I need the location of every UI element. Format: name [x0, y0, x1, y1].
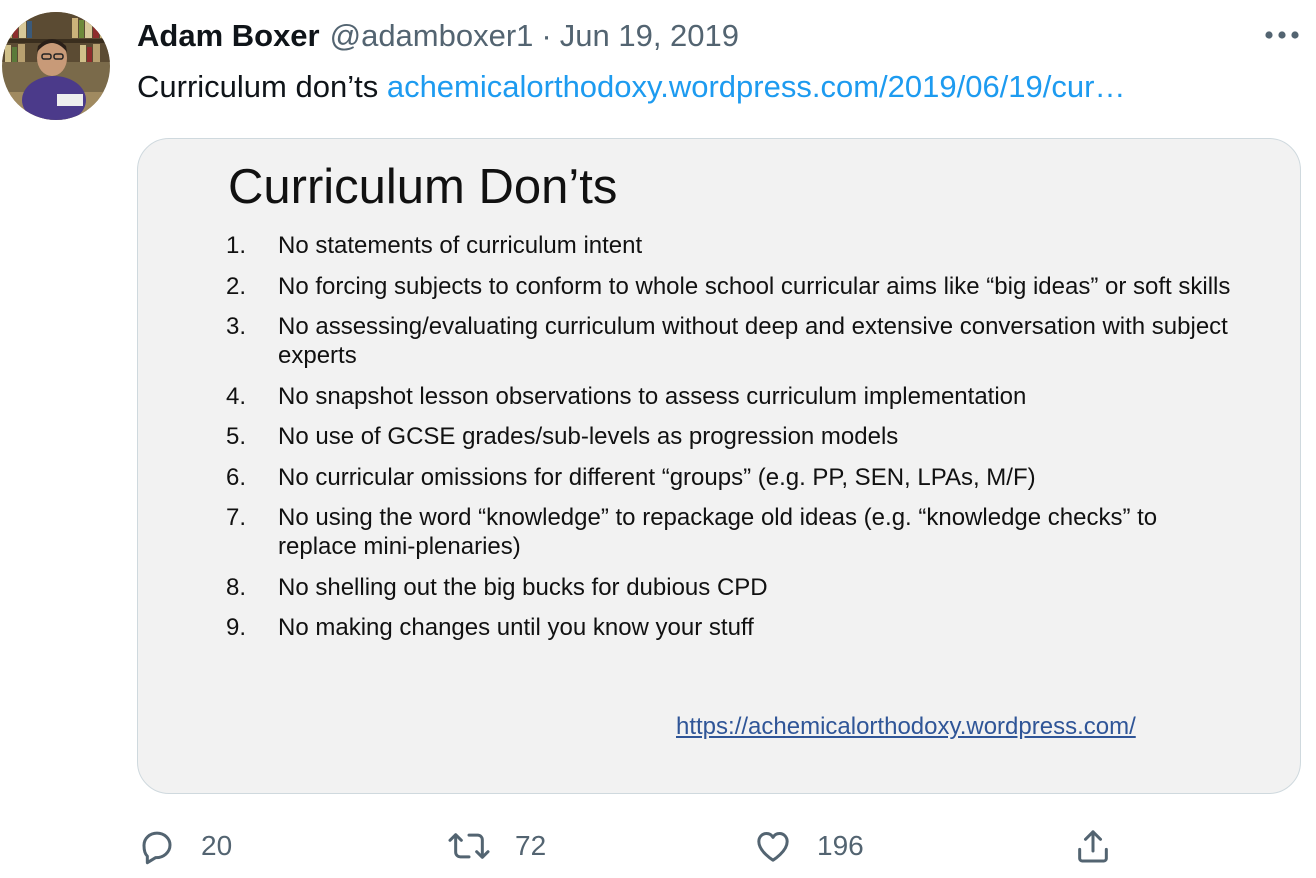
list-item-text: No statements of curriculum intent: [278, 232, 643, 259]
tweet-text: Curriculum don’ts achemicalorthodoxy.wor…: [137, 66, 1125, 108]
share-button[interactable]: [1073, 822, 1113, 870]
list-item-number: 8.: [226, 573, 247, 601]
reply-count: 20: [201, 830, 233, 861]
retweet-icon: [447, 826, 491, 866]
tweet-header: Adam Boxer @adamboxer1 · Jun 19, 2019: [137, 14, 739, 58]
tweet-media-image[interactable]: Curriculum Don’ts 1. No statements of cu…: [137, 138, 1301, 794]
list-item-number: 5.: [226, 423, 247, 450]
avatar[interactable]: [2, 12, 110, 120]
list-item: 5. No use of GCSE grades/sub-levels as p…: [226, 422, 1236, 451]
slide-title: Curriculum Don’ts: [228, 160, 618, 214]
more-icon: [1264, 30, 1300, 40]
list-item: 8. No shelling out the big bucks for dub…: [226, 573, 1236, 602]
list-item-text: No curricular omissions for different “g…: [278, 463, 1036, 491]
share-icon: [1073, 826, 1113, 866]
list-item: 1. No statements of curriculum intent: [226, 231, 1236, 260]
list-item-text: No assessing/evaluating curriculum witho…: [278, 313, 1228, 369]
list-item-text: No using the word “knowledge” to repacka…: [278, 504, 1158, 560]
tweet: Adam Boxer @adamboxer1 · Jun 19, 2019 Cu…: [0, 0, 1316, 878]
tweet-link[interactable]: achemicalorthodoxy.wordpress.com/2019/06…: [387, 69, 1126, 104]
list-item: 6. No curricular omissions for different…: [226, 463, 1236, 492]
reply-button[interactable]: 20: [137, 822, 232, 870]
slide-list: 1. No statements of curriculum intent 2.…: [226, 231, 1236, 654]
list-item-number: 6.: [226, 463, 247, 491]
like-count: 196: [817, 830, 864, 861]
list-item-number: 9.: [226, 614, 247, 641]
like-button[interactable]: 196: [753, 822, 864, 870]
tweet-date[interactable]: Jun 19, 2019: [560, 18, 739, 54]
tweet-actions: 20 72 196: [137, 822, 1137, 870]
author-name[interactable]: Adam Boxer: [137, 18, 320, 54]
retweet-count: 72: [515, 830, 547, 861]
list-item-text: No forcing subjects to conform to whole …: [278, 272, 1231, 300]
list-item-number: 7.: [226, 504, 247, 531]
more-button[interactable]: [1262, 20, 1302, 50]
header-separator: ·: [541, 18, 552, 53]
list-item-number: 1.: [226, 232, 247, 259]
list-item-text: No snapshot lesson observations to asses…: [278, 382, 1027, 410]
list-item-number: 3.: [226, 313, 247, 340]
reply-icon: [137, 826, 177, 866]
heart-icon: [753, 826, 793, 866]
list-item: 7. No using the word “knowledge” to repa…: [226, 503, 1236, 561]
slide-url: https://achemicalorthodoxy.wordpress.com…: [676, 713, 1136, 740]
list-item: 4. No snapshot lesson observations to as…: [226, 382, 1236, 411]
list-item-number: 4.: [226, 382, 247, 410]
retweet-button[interactable]: 72: [447, 822, 546, 870]
list-item: 9. No making changes until you know your…: [226, 613, 1236, 642]
list-item-text: No use of GCSE grades/sub-levels as prog…: [278, 423, 899, 450]
list-item-number: 2.: [226, 272, 247, 300]
list-item-text: No making changes until you know your st…: [278, 614, 754, 641]
list-item-text: No shelling out the big bucks for dubiou…: [278, 573, 768, 601]
author-handle[interactable]: @adamboxer1: [330, 18, 534, 54]
list-item: 3. No assessing/evaluating curriculum wi…: [226, 312, 1236, 370]
tweet-text-content: Curriculum don’ts: [137, 69, 379, 104]
list-item: 2. No forcing subjects to conform to who…: [226, 272, 1236, 301]
